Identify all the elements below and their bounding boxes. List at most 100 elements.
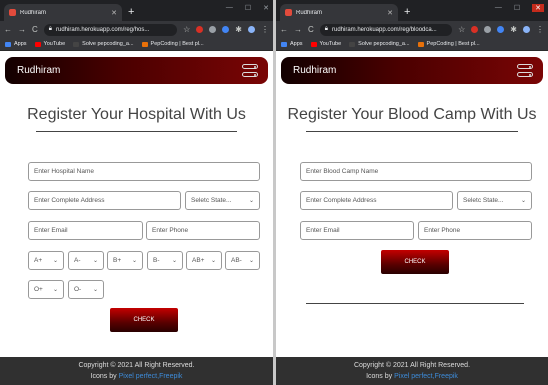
- icons-by-label: Icons by: [366, 373, 393, 380]
- puzzle-icon[interactable]: ✱: [510, 25, 517, 34]
- tab-title: Rudhiram: [296, 9, 323, 16]
- back-icon[interactable]: ←: [4, 25, 12, 34]
- camp-name-field[interactable]: Enter Blood Camp Name: [300, 162, 532, 181]
- icon-credits-link[interactable]: Pixel perfect,Freepik: [119, 373, 183, 380]
- extension-icon[interactable]: [196, 26, 204, 33]
- left-browser-window: Rudhiram ✕ + — ☐ ✕ ← → C 🔒︎ rudhiram.her…: [0, 0, 273, 385]
- toggle-switch-icon[interactable]: [517, 63, 533, 79]
- profile-avatar-icon[interactable]: [523, 26, 530, 33]
- profile-avatar-icon[interactable]: [248, 26, 255, 33]
- menu-kebab-icon[interactable]: ⋮: [261, 25, 269, 34]
- page-title: Register Your Blood Camp With Us: [287, 106, 537, 123]
- puzzle-icon[interactable]: ✱: [235, 25, 242, 34]
- check-button[interactable]: CHECK: [110, 308, 178, 332]
- chevron-down-icon: ⌄: [131, 258, 137, 264]
- star-icon[interactable]: ☆: [183, 25, 190, 34]
- chevron-down-icon: ⌄: [92, 287, 98, 293]
- forward-icon[interactable]: →: [294, 25, 302, 34]
- brand-logo-text[interactable]: Rudhiram: [17, 65, 60, 76]
- close-window-icon[interactable]: ✕: [263, 4, 269, 12]
- extension-icon[interactable]: [497, 26, 505, 33]
- blood-group-o-pos-select[interactable]: O+ ⌄: [28, 280, 64, 299]
- extension-icon[interactable]: [222, 26, 230, 33]
- copyright-text: Copyright © 2021 All Right Reserved.: [78, 362, 195, 369]
- close-window-icon[interactable]: ✕: [532, 4, 544, 12]
- apps-grid-icon: [281, 41, 287, 47]
- menu-kebab-icon[interactable]: ⋮: [536, 25, 544, 34]
- chevron-down-icon: ⌄: [248, 198, 254, 204]
- pepcoding-icon: [141, 41, 148, 47]
- state-select[interactable]: Seletc State... ⌄: [457, 191, 532, 210]
- bookmark-pepcoding-a[interactable]: Solve pepcoding_a...: [349, 41, 410, 47]
- blood-group-ab-neg-select[interactable]: AB- ⌄: [225, 251, 260, 270]
- form-divider: [306, 303, 524, 304]
- chevron-down-icon: ⌄: [52, 258, 58, 264]
- new-tab-icon[interactable]: +: [404, 4, 410, 21]
- close-tab-icon[interactable]: ✕: [387, 9, 393, 17]
- address-bar[interactable]: 🔒︎ rudhiram.herokuapp.com/reg/bloodca...: [319, 23, 453, 36]
- extension-icon[interactable]: [471, 26, 479, 33]
- bookmarks-bar: Apps YouTube Solve pepcoding_a... PepCod…: [276, 38, 548, 51]
- address-field[interactable]: Enter Complete Address: [28, 191, 181, 210]
- site-navbar: Rudhiram: [281, 57, 543, 84]
- icons-by-label: Icons by: [90, 373, 117, 380]
- hospital-name-field[interactable]: Enter Hospital Name: [28, 162, 260, 181]
- minimize-icon[interactable]: —: [226, 4, 233, 12]
- back-icon[interactable]: ←: [280, 25, 288, 34]
- extension-icon[interactable]: [209, 26, 217, 33]
- select-value: O-: [74, 286, 82, 293]
- toggle-switch-icon[interactable]: [242, 63, 258, 79]
- maximize-icon[interactable]: ☐: [514, 4, 520, 12]
- minimize-icon[interactable]: —: [495, 4, 502, 12]
- blood-group-b-pos-select[interactable]: B+ ⌄: [107, 251, 143, 270]
- bookmark-youtube[interactable]: YouTube: [34, 41, 65, 47]
- bookmark-label: Solve pepcoding_a...: [82, 41, 134, 47]
- close-tab-icon[interactable]: ✕: [111, 9, 117, 17]
- blood-group-a-pos-select[interactable]: A+ ⌄: [28, 251, 64, 270]
- icon-credits-link[interactable]: Pixel perfect,Freepik: [394, 373, 458, 380]
- site-navbar: Rudhiram: [5, 57, 268, 84]
- browser-tab[interactable]: Rudhiram ✕: [4, 4, 122, 21]
- star-icon[interactable]: ☆: [458, 25, 465, 34]
- select-value: B-: [153, 257, 160, 264]
- title-divider: [36, 131, 237, 132]
- brand-logo-text[interactable]: Rudhiram: [293, 65, 336, 76]
- select-value: A-: [74, 257, 81, 264]
- bookmark-apps[interactable]: Apps: [5, 41, 27, 47]
- forward-icon[interactable]: →: [18, 25, 26, 34]
- window-controls: — ☐ ✕: [226, 4, 269, 12]
- tab-strip: Rudhiram ✕ + — ☐ ✕: [0, 0, 273, 21]
- phone-field[interactable]: Enter Phone: [418, 221, 532, 240]
- blood-group-b-neg-select[interactable]: B- ⌄: [147, 251, 183, 270]
- chevron-down-icon: ⌄: [92, 258, 98, 264]
- chevron-down-icon: ⌄: [520, 198, 526, 204]
- bookmark-pepcoding-best[interactable]: PepCoding | Best pl...: [417, 41, 480, 47]
- page-footer: Copyright © 2021 All Right Reserved. Ico…: [276, 357, 548, 385]
- blood-group-a-neg-select[interactable]: A- ⌄: [68, 251, 104, 270]
- address-bar[interactable]: 🔒︎ rudhiram.herokuapp.com/reg/hos...: [43, 23, 178, 36]
- reload-icon[interactable]: C: [308, 25, 314, 34]
- bookmark-apps[interactable]: Apps: [281, 41, 303, 47]
- phone-field[interactable]: Enter Phone: [146, 221, 260, 240]
- check-button[interactable]: CHECK: [381, 250, 449, 274]
- new-tab-icon[interactable]: +: [128, 4, 134, 21]
- chevron-down-icon: ⌄: [210, 258, 216, 264]
- email-field[interactable]: Enter Email: [300, 221, 414, 240]
- select-value: AB-: [231, 257, 242, 264]
- reload-icon[interactable]: C: [32, 25, 38, 34]
- bookmark-youtube[interactable]: YouTube: [310, 41, 341, 47]
- blood-group-o-neg-select[interactable]: O- ⌄: [68, 280, 104, 299]
- maximize-icon[interactable]: ☐: [245, 4, 251, 12]
- browser-tab[interactable]: Rudhiram ✕: [280, 4, 398, 21]
- bookmark-pepcoding-a[interactable]: Solve pepcoding_a...: [73, 41, 134, 47]
- bookmarks-bar: Apps YouTube Solve pepcoding_a... PepCod…: [0, 38, 273, 51]
- placeholder: Enter Complete Address: [306, 197, 377, 204]
- favicon-icon: [285, 9, 292, 16]
- address-field[interactable]: Enter Complete Address: [300, 191, 453, 210]
- placeholder: Enter Hospital Name: [34, 168, 94, 175]
- blood-group-ab-pos-select[interactable]: AB+ ⌄: [186, 251, 222, 270]
- bookmark-pepcoding-best[interactable]: PepCoding | Best pl...: [141, 41, 204, 47]
- state-select[interactable]: Seletc State... ⌄: [185, 191, 260, 210]
- email-field[interactable]: Enter Email: [28, 221, 143, 240]
- extension-icon[interactable]: [484, 26, 492, 33]
